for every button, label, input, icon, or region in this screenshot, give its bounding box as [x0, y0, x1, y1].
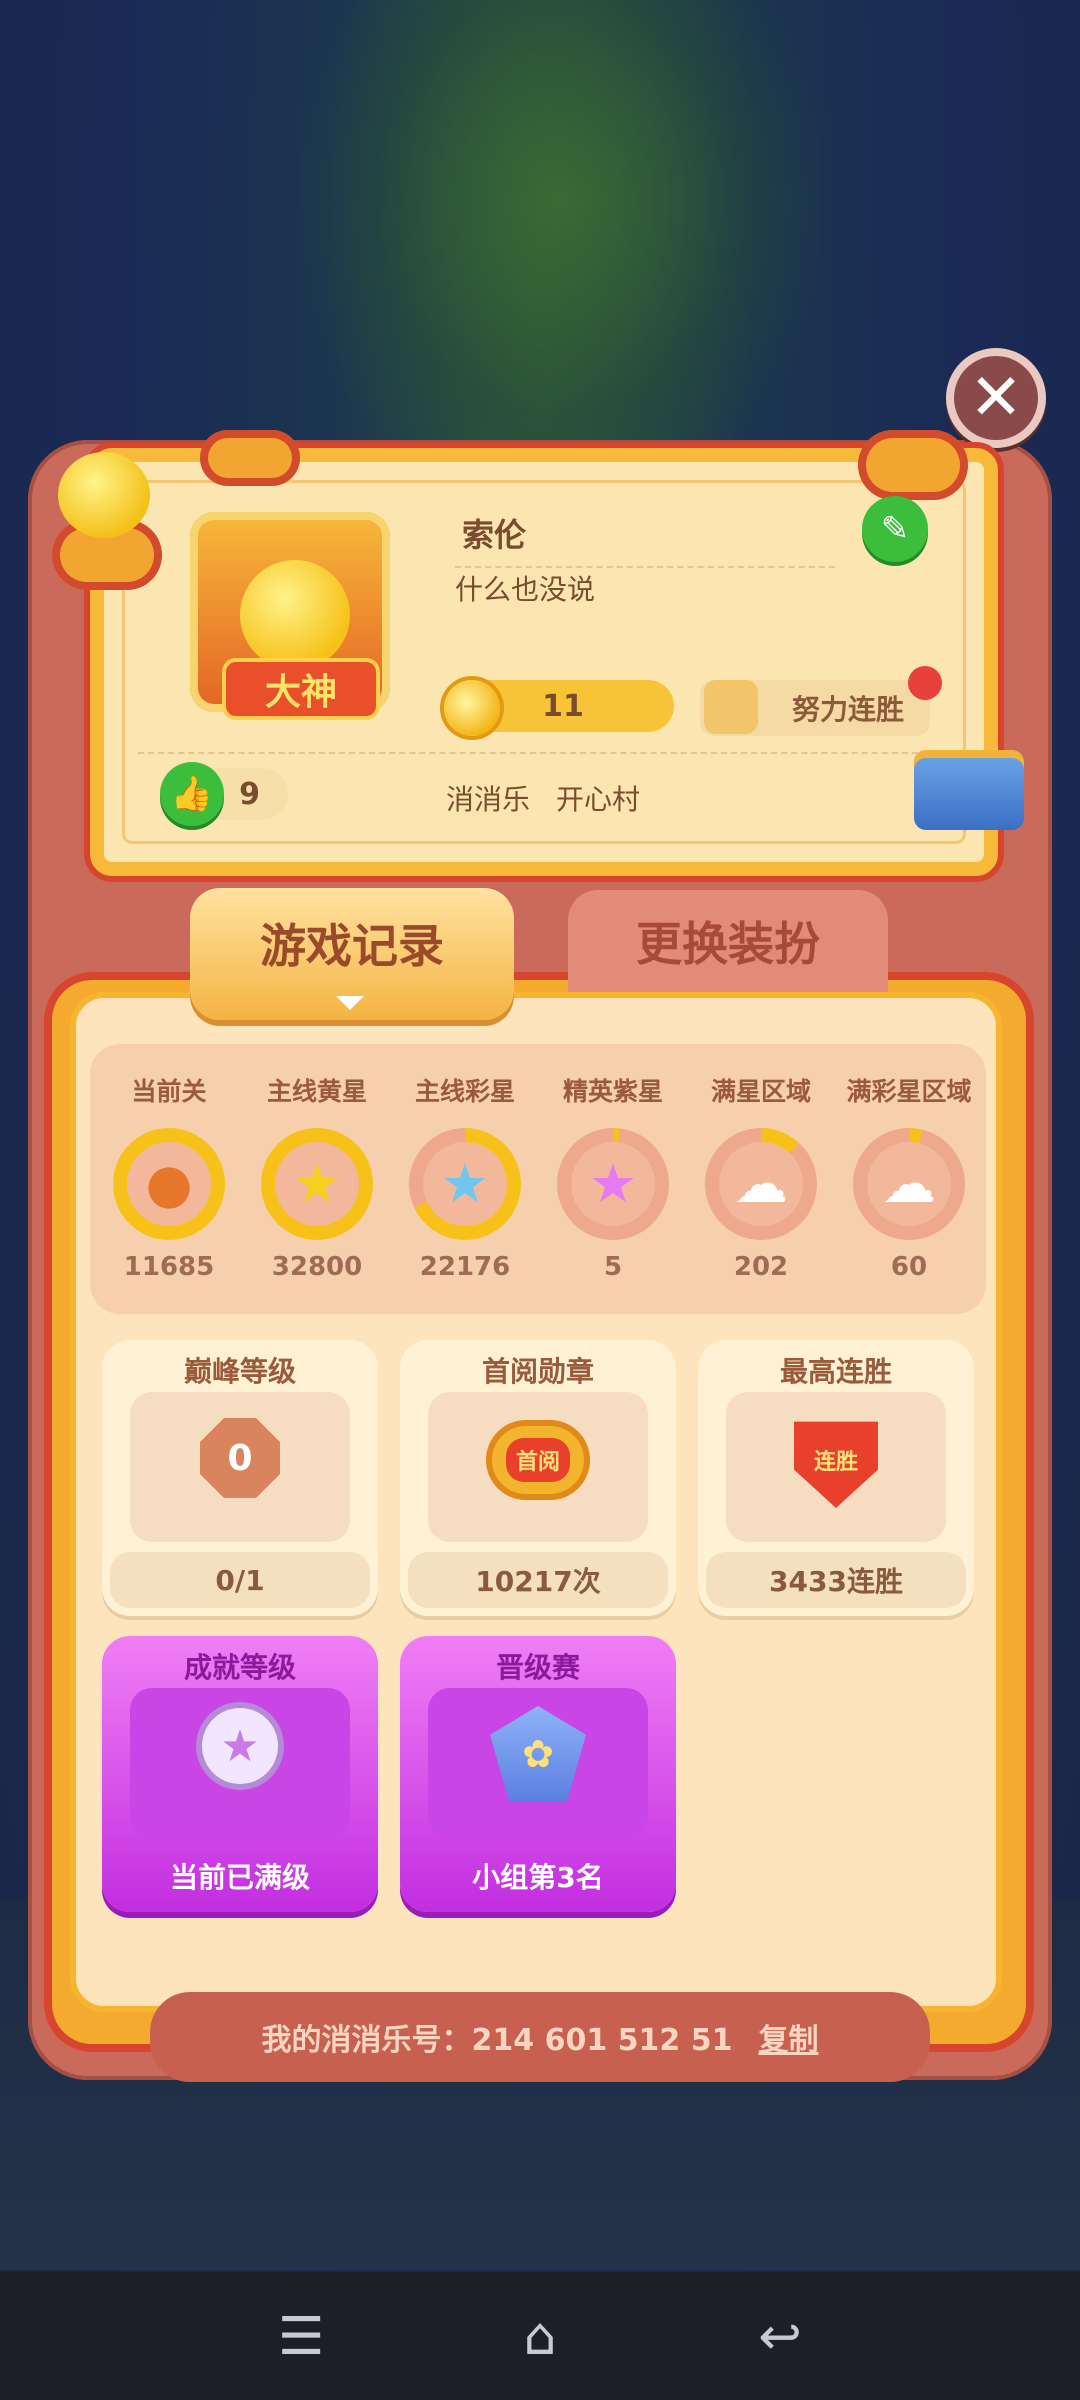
tab-label: 更换装扮	[636, 917, 820, 971]
stat-item[interactable]: 主线彩星 ★ 22176	[391, 1072, 539, 1282]
home-icon[interactable]: ⌂	[505, 2302, 575, 2372]
stat-progress-ring: ☁	[853, 1128, 965, 1240]
stat-progress-ring: ★	[261, 1128, 373, 1240]
star-medal-icon: ★	[202, 1708, 278, 1784]
stat-label: 主线黄星	[266, 1077, 367, 1106]
menu-icon[interactable]: ☰	[266, 2302, 336, 2372]
stat-progress-ring: ●	[113, 1128, 225, 1240]
back-icon[interactable]: ↩	[745, 2302, 815, 2372]
stat-item[interactable]: 精英紫星 ★ 5	[539, 1072, 687, 1282]
stat-value: 22176	[419, 1252, 511, 1282]
game-name: 消消乐	[446, 783, 531, 816]
card-value: 3433连胜	[706, 1552, 966, 1608]
coin-count: 11	[542, 688, 584, 724]
streak-label: 努力连胜	[791, 693, 904, 726]
gift-box-icon[interactable]	[914, 750, 1024, 830]
close-icon: ✕	[969, 361, 1023, 435]
player-bio: 什么也没说	[455, 573, 596, 606]
shield-badge-icon: 连胜	[794, 1421, 878, 1508]
stat-item[interactable]: 当前关 ● 11685	[95, 1072, 243, 1282]
sun-coin-icon	[444, 680, 500, 736]
stat-value: 32800	[271, 1252, 363, 1282]
stat-label: 满星区域	[710, 1077, 811, 1106]
player-id-label: 我的消消乐号：214 601 512 51	[261, 2023, 733, 2058]
pencil-icon: ✎	[880, 509, 910, 549]
background-tree-glow	[300, 0, 820, 500]
chick-mascot-icon	[58, 452, 150, 538]
stat-item[interactable]: 主线黄星 ★ 32800	[243, 1072, 391, 1282]
card-icon-box: 0	[130, 1392, 350, 1542]
card-title: 首阅勋章	[481, 1355, 594, 1388]
avatar-chick-icon	[240, 560, 350, 670]
card-first-read-medal[interactable]: 首阅勋章 首阅 10217次	[400, 1340, 676, 1616]
card-achievement-level[interactable]: 成就等级 ★ 当前已满级	[102, 1636, 378, 1912]
card-title: 最高连胜	[779, 1355, 892, 1388]
cloud-decoration-top	[200, 430, 300, 486]
card-value: 10217次	[408, 1552, 668, 1608]
streak-chick-icon	[704, 680, 758, 734]
stat-value: 5	[603, 1252, 623, 1282]
stat-value: 60	[890, 1252, 928, 1282]
edit-profile-button[interactable]: ✎	[862, 496, 928, 562]
notification-dot	[908, 666, 942, 700]
stat-progress-ring: ★	[409, 1128, 521, 1240]
stat-value: 11685	[123, 1252, 215, 1282]
card-value: 当前已满级	[169, 1861, 310, 1894]
cloud-decoration-right	[858, 430, 968, 500]
like-count: 9	[239, 776, 260, 812]
profile-divider	[138, 752, 938, 754]
tab-indicator-icon	[336, 996, 364, 1010]
fruit-icon: ●	[145, 1152, 193, 1215]
stat-progress-ring: ★	[557, 1128, 669, 1240]
card-max-streak[interactable]: 最高连胜 连胜 3433连胜	[698, 1340, 974, 1616]
card-promotion-match[interactable]: 晋级赛 ✿ 小组第3名	[400, 1636, 676, 1912]
copy-button[interactable]: 复制	[758, 2015, 818, 2059]
close-button[interactable]: ✕	[946, 348, 1046, 448]
tab-change-outfit[interactable]: 更换装扮	[568, 890, 888, 992]
purple-star-icon: ★	[588, 1152, 638, 1215]
rainbow-star-icon: ★	[440, 1152, 490, 1215]
rainbow-cloud-icon: ☁	[882, 1152, 936, 1215]
card-value: 0/1	[110, 1552, 370, 1608]
octagon-badge-icon: 0	[200, 1418, 280, 1498]
card-title: 巅峰等级	[183, 1355, 296, 1388]
thumbs-up-icon[interactable]: 👍	[160, 762, 224, 826]
stat-item[interactable]: 满星区域 ☁ 202	[687, 1072, 835, 1282]
star-cloud-icon: ☁	[734, 1152, 788, 1215]
stat-value: 202	[733, 1252, 789, 1282]
winged-medal-icon: 首阅	[486, 1420, 590, 1500]
card-icon-box: ✿	[428, 1688, 648, 1838]
stat-label: 当前关	[131, 1077, 207, 1106]
card-title: 成就等级	[183, 1651, 296, 1684]
card-icon-box: 连胜	[726, 1392, 946, 1542]
tab-label: 游戏记录	[260, 919, 444, 973]
village-name: 开心村	[556, 783, 641, 816]
stat-progress-ring: ☁	[705, 1128, 817, 1240]
card-title: 晋级赛	[495, 1651, 580, 1684]
stat-label: 精英紫星	[562, 1077, 663, 1106]
card-icon-box: 首阅	[428, 1392, 648, 1542]
yellow-star-icon: ★	[292, 1152, 342, 1215]
card-value: 小组第3名	[472, 1861, 604, 1894]
avatar-badge: 大神	[222, 658, 380, 720]
stat-item[interactable]: 满彩星区域 ☁ 60	[835, 1072, 983, 1282]
stat-label: 主线彩星	[414, 1077, 515, 1106]
system-nav-bar: ☰ ⌂ ↩	[0, 2272, 1080, 2400]
player-name: 索伦	[462, 516, 527, 554]
card-icon-box: ★	[130, 1688, 350, 1838]
card-peak-level[interactable]: 巅峰等级 0 0/1	[102, 1340, 378, 1616]
player-id-bar: 我的消消乐号：214 601 512 51 复制	[150, 1992, 930, 2082]
stat-label: 满彩星区域	[846, 1077, 972, 1106]
crest-icon: ✿	[490, 1706, 586, 1802]
